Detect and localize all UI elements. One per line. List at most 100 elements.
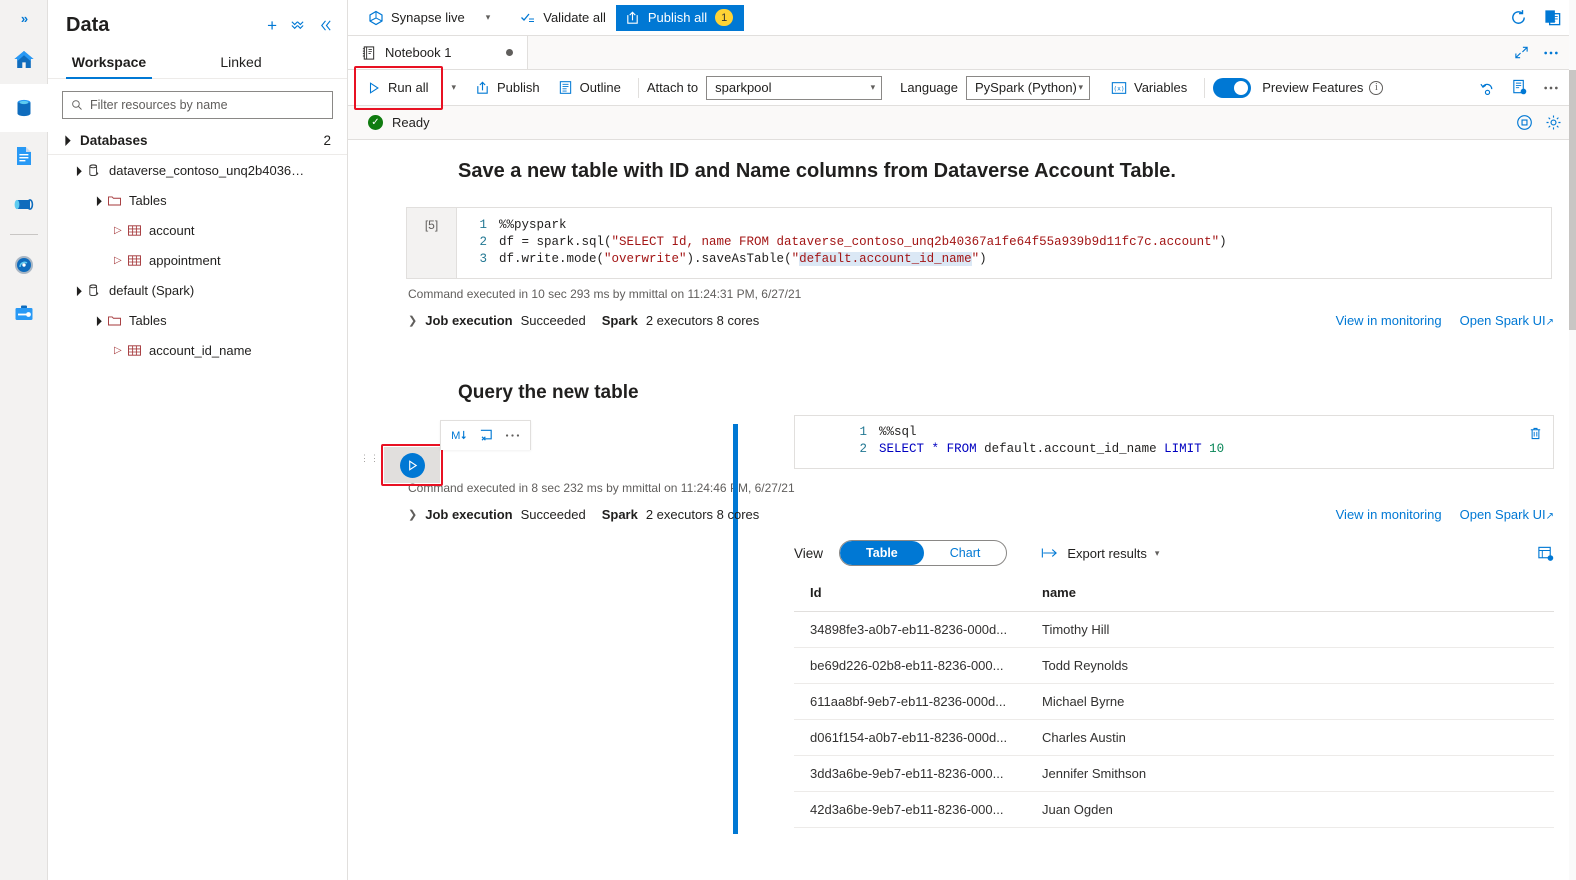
- table-row[interactable]: 3dd3a6be-9eb7-eb11-8236-000... Jennifer …: [794, 755, 1554, 792]
- vertical-scrollbar[interactable]: [1569, 0, 1576, 880]
- editor-tabstrip-actions: [1508, 36, 1576, 69]
- export-results-button[interactable]: Export results ▾: [1041, 546, 1159, 561]
- table-row[interactable]: be69d226-02b8-eb11-8236-000... Todd Reyn…: [794, 647, 1554, 684]
- snippet-button[interactable]: [1506, 72, 1532, 104]
- tree-node-database[interactable]: dataverse_contoso_unq2b40367a1f...: [48, 155, 347, 185]
- code-editor-1[interactable]: 1 %%pyspark 2 df = spark.sql("SELECT Id,…: [456, 207, 1552, 279]
- clear-output-icon[interactable]: [479, 428, 494, 443]
- cell-more-icon[interactable]: [505, 433, 520, 438]
- tree-node-tables-folder-default[interactable]: Tables: [48, 305, 347, 335]
- job-status: Succeeded: [520, 313, 586, 328]
- results-tab-chart[interactable]: Chart: [924, 541, 1007, 565]
- delete-cell-button[interactable]: [1528, 426, 1543, 441]
- tree-node-database-default[interactable]: default (Spark): [48, 275, 347, 305]
- collapse-panel-icon[interactable]: [318, 18, 333, 33]
- gear-icon[interactable]: [1545, 114, 1562, 131]
- rail-item-data[interactable]: [0, 84, 48, 132]
- expand-editor-button[interactable]: [1508, 36, 1534, 70]
- open-spark-ui-link[interactable]: Open Spark UI↗: [1460, 507, 1554, 522]
- synapse-live-label: Synapse live: [391, 10, 465, 25]
- tab-linked[interactable]: Linked: [198, 47, 284, 78]
- actions-chevrons-icon[interactable]: [290, 18, 305, 33]
- preview-features-toggle[interactable]: [1213, 77, 1252, 98]
- run-cell-button[interactable]: [399, 452, 425, 478]
- publish-button[interactable]: Publish: [466, 74, 549, 102]
- tree-node-tables-folder[interactable]: Tables: [48, 185, 347, 215]
- editor-more-button[interactable]: [1538, 36, 1564, 70]
- table-row[interactable]: d061f154-a0b7-eb11-8236-000d... Charles …: [794, 719, 1554, 756]
- table-row[interactable]: 42d3a6be-9eb7-eb11-8236-000... Juan Ogde…: [794, 791, 1554, 828]
- cell-name: Jennifer Smithson: [1026, 755, 1266, 792]
- view-in-monitoring-link[interactable]: View in monitoring: [1336, 507, 1442, 522]
- search-input[interactable]: [90, 98, 324, 112]
- undo-cell-button[interactable]: [1474, 72, 1500, 104]
- unsaved-indicator: [506, 49, 513, 56]
- run-all-button[interactable]: Run all: [356, 74, 441, 102]
- notebook-icon: [361, 45, 376, 61]
- toolbar-divider: [637, 77, 639, 98]
- notebook-more-button[interactable]: [1538, 72, 1564, 104]
- filter-box[interactable]: [62, 91, 333, 119]
- tree-node-table-account[interactable]: account: [48, 215, 347, 245]
- filter-container: [48, 79, 347, 127]
- table-icon: [126, 222, 142, 238]
- info-icon[interactable]: i: [1369, 80, 1384, 95]
- outline-button[interactable]: Outline: [549, 74, 630, 102]
- results-config-button[interactable]: [1537, 545, 1554, 562]
- validate-all-label: Validate all: [543, 10, 606, 25]
- column-header-spacer: [1266, 574, 1554, 612]
- code-line: 1 %%pyspark: [457, 217, 1551, 234]
- attach-to-select[interactable]: sparkpool ▾: [706, 75, 883, 100]
- variables-icon: (x): [1111, 81, 1127, 95]
- chevron-down-icon: ▾: [1154, 547, 1160, 558]
- rail-expand-button[interactable]: »: [0, 0, 47, 36]
- stop-session-button[interactable]: [1516, 114, 1533, 131]
- chevron-right-icon[interactable]: ❯: [408, 508, 417, 521]
- table-row[interactable]: 34898fe3-a0b7-eb11-8236-000d... Timothy …: [794, 611, 1554, 648]
- language-select[interactable]: PySpark (Python) ▾: [966, 75, 1090, 100]
- column-header-name[interactable]: name: [1026, 574, 1266, 612]
- tree-node-table-appointment[interactable]: appointment: [48, 245, 347, 275]
- cell-name: Juan Ogden: [1026, 791, 1266, 828]
- tab-notebook-1[interactable]: Notebook 1: [348, 36, 528, 69]
- session-status-bar: ✓ Ready: [348, 106, 1576, 140]
- run-all-dropdown[interactable]: ▾: [441, 74, 466, 102]
- rail-item-monitor[interactable]: [0, 241, 48, 289]
- chevron-right-icon[interactable]: ❯: [408, 314, 417, 327]
- variables-button[interactable]: (x) Variables: [1102, 74, 1196, 102]
- tree-node-table-account-id-name[interactable]: account_id_name: [48, 335, 347, 365]
- validate-all-button[interactable]: Validate all: [510, 0, 616, 36]
- cell-2-toolbar: M: [440, 420, 531, 450]
- tab-workspace[interactable]: Workspace: [66, 47, 152, 79]
- code-editor-2[interactable]: 1 %%sql 2 SELECT * FROM default.account_…: [794, 415, 1554, 469]
- refresh-button[interactable]: [1502, 2, 1534, 34]
- results-tab-table[interactable]: Table: [840, 541, 924, 565]
- table-row[interactable]: 611aa8bf-9eb7-eb11-8236-000d... Michael …: [794, 683, 1554, 720]
- publish-all-button[interactable]: Publish all 1: [615, 4, 745, 31]
- tree-group-databases[interactable]: Databases 2: [48, 127, 347, 155]
- code-text: %%sql: [879, 425, 917, 439]
- view-in-monitoring-link[interactable]: View in monitoring: [1336, 313, 1442, 328]
- folder-icon: [106, 312, 122, 328]
- add-resource-button[interactable]: +: [267, 17, 277, 34]
- chevron-down-icon: [62, 135, 74, 146]
- line-number: 1: [859, 425, 867, 439]
- publish-icon: [475, 80, 490, 95]
- cell-2-job-row: ❯ Job execution Succeeded Spark 2 execut…: [348, 495, 1576, 522]
- tree-node-label: default (Spark): [109, 282, 195, 298]
- cell-id: 34898fe3-a0b7-eb11-8236-000d...: [794, 611, 1026, 648]
- chevron-down-icon: ▾: [485, 12, 491, 22]
- data-panel-actions: +: [267, 17, 333, 34]
- column-header-id[interactable]: Id: [794, 574, 1026, 612]
- open-spark-ui-link[interactable]: Open Spark UI↗: [1460, 313, 1554, 328]
- editor-tabstrip: Notebook 1: [348, 36, 1576, 70]
- drag-handle-icon[interactable]: ⋮⋮: [360, 454, 379, 463]
- rail-item-integrate[interactable]: [0, 180, 48, 228]
- rail-item-develop[interactable]: [0, 132, 48, 180]
- convert-to-markdown-icon[interactable]: M: [451, 429, 468, 442]
- rail-item-manage[interactable]: [0, 289, 48, 337]
- feedback-button[interactable]: [1536, 2, 1568, 34]
- synapse-live-selector[interactable]: Synapse live ▾: [358, 0, 500, 36]
- scrollbar-thumb[interactable]: [1569, 70, 1576, 330]
- rail-item-home[interactable]: [0, 36, 48, 84]
